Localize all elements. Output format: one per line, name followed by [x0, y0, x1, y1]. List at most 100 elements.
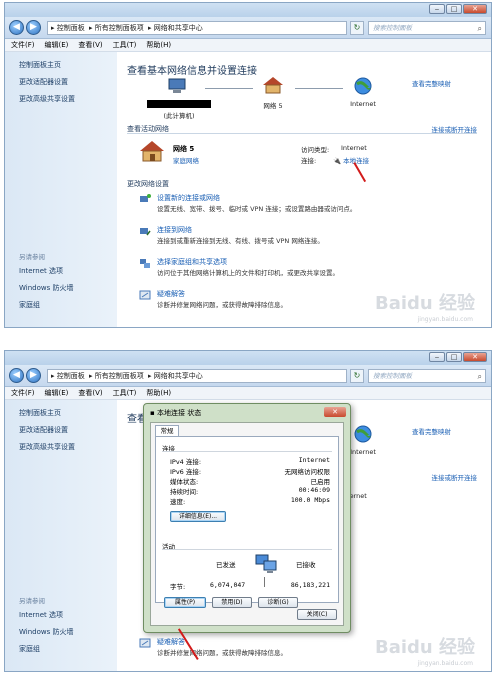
task-title[interactable]: 选择家庭组和共享选项: [157, 257, 227, 267]
breadcrumb-network-center[interactable]: 网络和共享中心: [154, 24, 203, 32]
search-input[interactable]: 搜索控制面板 ⌕: [368, 21, 486, 35]
new-connection-icon: [140, 194, 151, 202]
address-bar[interactable]: ▸ 控制面板 ▸ 所有控制面板项 ▸ 网络和共享中心: [47, 369, 347, 383]
close-button[interactable]: ✕: [463, 352, 487, 362]
dialog-title-text: 本地连接 状态: [156, 409, 202, 417]
maximize-button[interactable]: □: [446, 4, 462, 14]
address-row: ◀ ▶ ▸ 控制面板 ▸ 所有控制面板项 ▸ 网络和共享中心 ↻ 搜索控制面板 …: [5, 365, 491, 387]
menu-view[interactable]: 查看(V): [78, 40, 102, 50]
menu-file[interactable]: 文件(F): [11, 40, 35, 50]
address-bar[interactable]: ▸ 控制面板 ▸ 所有控制面板项 ▸ 网络和共享中心: [47, 21, 347, 35]
house-icon: [140, 141, 164, 162]
diagnose-button[interactable]: 诊断(G): [258, 597, 298, 608]
sidebar-item-homegroup[interactable]: 家庭组: [19, 300, 73, 310]
ipv4-label: IPv4 连接:: [170, 458, 202, 466]
sidebar-item-home[interactable]: 控制面板主页: [19, 60, 117, 70]
bytes-received: 86,183,221: [290, 581, 330, 589]
properties-button[interactable]: 属性(P): [164, 597, 206, 608]
disable-button[interactable]: 禁用(D): [212, 597, 252, 608]
menu-tools[interactable]: 工具(T): [113, 388, 137, 398]
menu-view[interactable]: 查看(V): [78, 388, 102, 398]
chevron-right-icon: ▸: [88, 372, 95, 380]
search-input[interactable]: 搜索控制面板 ⌕: [368, 369, 486, 383]
watermark-url: jingyan.baidu.com: [417, 660, 473, 667]
title-bar[interactable]: ‒ □ ✕: [5, 3, 491, 17]
breadcrumb-control-panel[interactable]: 控制面板: [57, 372, 85, 380]
sidebar-item-sharing[interactable]: 更改高级共享设置: [19, 94, 117, 104]
task-desc: 连接到或重新连接到无线、有线、拨号或 VPN 网络连接。: [157, 237, 324, 245]
globe-icon: [354, 77, 372, 95]
breadcrumb-all-items[interactable]: 所有控制面板项: [95, 372, 144, 380]
back-button[interactable]: ◀: [9, 368, 24, 383]
media-state-label: 媒体状态:: [170, 478, 199, 486]
menu-edit[interactable]: 编辑(E): [45, 388, 69, 398]
sidebar-item-firewall[interactable]: Windows 防火墙: [19, 627, 73, 637]
control-panel-window-bottom: ‒ □ ✕ ◀ ▶ ▸ 控制面板 ▸ 所有控制面板项 ▸ 网络和共享中心 ↻ 搜…: [4, 350, 492, 672]
sidebar-item-internet-options[interactable]: Internet 选项: [19, 610, 73, 620]
folder-icon: ▸: [51, 372, 57, 380]
refresh-icon[interactable]: ↻: [350, 369, 364, 383]
task-title[interactable]: 疑难解答: [157, 637, 185, 647]
dialog-close-button[interactable]: ✕: [324, 407, 346, 417]
task-title[interactable]: 连接到网络: [157, 225, 192, 235]
view-full-map-link[interactable]: 查看完整映射: [412, 78, 451, 88]
connection-value[interactable]: 本地连接: [343, 157, 369, 165]
active-network-icon: [139, 140, 165, 164]
forward-button[interactable]: ▶: [26, 20, 41, 35]
task-new-connection[interactable]: 设置新的连接或网络 设置无线、宽带、拨号、临时或 VPN 连接；或设置路由器或访…: [139, 193, 471, 215]
task-homegroup[interactable]: 选择家庭组和共享选项 访问位于其他网络计算机上的文件和打印机，或更改共享设置。: [139, 257, 471, 279]
breadcrumb-network-center[interactable]: 网络和共享中心: [154, 372, 203, 380]
tab-general[interactable]: 常规: [155, 425, 179, 436]
breadcrumb-all-items[interactable]: 所有控制面板项: [95, 24, 144, 32]
maximize-button[interactable]: □: [446, 352, 462, 362]
chevron-right-icon: ▸: [147, 24, 154, 32]
sidebar-item-home[interactable]: 控制面板主页: [19, 408, 117, 418]
baidu-watermark: Baidu 经验: [374, 637, 475, 658]
connection-label: 连接:: [301, 157, 317, 165]
dialog-close-button-bottom[interactable]: 关闭(C): [297, 609, 337, 620]
sidebar-item-sharing[interactable]: 更改高级共享设置: [19, 442, 117, 452]
forward-button[interactable]: ▶: [26, 368, 41, 383]
menu-help[interactable]: 帮助(H): [146, 388, 171, 398]
title-bar[interactable]: ‒ □ ✕: [5, 351, 491, 365]
duration-label: 持续时间:: [170, 488, 199, 496]
chevron-right-icon: ▸: [147, 372, 154, 380]
task-title[interactable]: 疑难解答: [157, 289, 185, 299]
menu-edit[interactable]: 编辑(E): [45, 40, 69, 50]
speed-value: 100.0 Mbps: [290, 496, 330, 504]
computer-node: [157, 78, 197, 96]
sidebar-item-adapter[interactable]: 更改适配器设置: [19, 425, 117, 435]
computer-label: (此计算机): [163, 112, 195, 120]
breadcrumb-control-panel[interactable]: 控制面板: [57, 24, 85, 32]
task-connect-network[interactable]: 连接到网络 连接到或重新连接到无线、有线、拨号或 VPN 网络连接。: [139, 225, 471, 247]
task-title[interactable]: 设置新的连接或网络: [157, 193, 220, 203]
back-button[interactable]: ◀: [9, 20, 24, 35]
close-button[interactable]: ✕: [463, 4, 487, 14]
media-state-value: 已启用: [310, 478, 331, 486]
sidebar-item-internet-options[interactable]: Internet 选项: [19, 266, 73, 276]
connect-disconnect-link[interactable]: 连接或断开连接: [432, 472, 478, 482]
globe-icon: [354, 425, 372, 443]
redacted-name: [147, 100, 211, 108]
sidebar-item-firewall[interactable]: Windows 防火墙: [19, 283, 73, 293]
plug-icon: 🔌: [333, 157, 342, 165]
minimize-button[interactable]: ‒: [429, 4, 445, 14]
network-map-label: 网络 5: [263, 102, 283, 110]
search-icon[interactable]: ⌕: [478, 371, 482, 383]
refresh-icon[interactable]: ↻: [350, 21, 364, 35]
details-button[interactable]: 详细信息(E)...: [170, 511, 226, 522]
ipv6-value: 无网络访问权限: [284, 468, 331, 476]
network-type-link[interactable]: 家庭网络: [173, 155, 199, 165]
sidebar-item-homegroup[interactable]: 家庭组: [19, 644, 73, 654]
see-also-label: 另请参阅: [19, 253, 45, 261]
menu-help[interactable]: 帮助(H): [146, 40, 171, 50]
search-icon[interactable]: ⌕: [478, 23, 482, 35]
connection-link[interactable]: 🔌 本地连接: [333, 155, 369, 165]
menu-file[interactable]: 文件(F): [11, 388, 35, 398]
computers-icon: [255, 554, 277, 573]
minimize-button[interactable]: ‒: [429, 352, 445, 362]
bytes-sent: 6,074,047: [210, 581, 246, 589]
menu-tools[interactable]: 工具(T): [113, 40, 137, 50]
view-full-map-link[interactable]: 查看完整映射: [412, 426, 451, 436]
sidebar-item-adapter[interactable]: 更改适配器设置: [19, 77, 117, 87]
